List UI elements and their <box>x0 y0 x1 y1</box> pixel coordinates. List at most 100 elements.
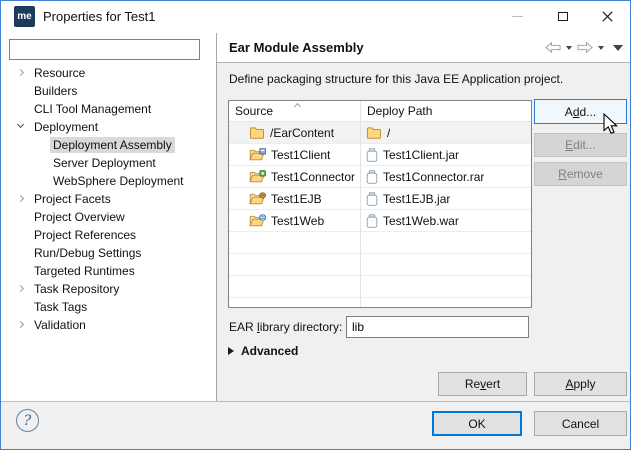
chevron-right-icon[interactable] <box>17 285 24 292</box>
minimize-button <box>495 1 540 32</box>
view-menu-icon[interactable] <box>613 45 623 51</box>
cell-text: Test1Connector.rar <box>383 170 484 184</box>
history-nav <box>545 33 623 62</box>
sidebar-item-label: Validation <box>31 317 89 333</box>
properties-dialog: me Properties for Test1 ResourceBuilders… <box>0 0 631 450</box>
folder-closed-icon <box>249 126 265 139</box>
back-dropdown-icon[interactable] <box>566 46 572 50</box>
table-cell: Test1EJB.jar <box>360 192 450 206</box>
sidebar-item-label: CLI Tool Management <box>31 101 154 117</box>
add-button[interactable]: Add... <box>534 99 627 124</box>
ear-library-label: EAR library directory: <box>229 320 342 334</box>
sidebar-item-resource[interactable]: Resource <box>1 64 216 82</box>
table-row-empty[interactable] <box>229 232 531 254</box>
advanced-label: Advanced <box>241 344 298 358</box>
app-icon: me <box>14 6 35 27</box>
sidebar-item-label: Task Repository <box>31 281 122 297</box>
back-arrow-icon[interactable] <box>545 42 561 53</box>
sidebar-item-project-overview[interactable]: Project Overview <box>1 208 216 226</box>
folder-client-icon <box>249 148 266 161</box>
table-row-test1client[interactable]: Test1Client Test1Client.jar <box>229 144 531 166</box>
table-cell: /EarContent <box>229 126 360 140</box>
folder-closed-icon <box>366 126 382 139</box>
folder-ejb-icon <box>249 192 266 205</box>
cell-text: / <box>387 126 390 140</box>
sidebar-item-validation[interactable]: Validation <box>1 316 216 334</box>
sidebar-item-cli-tool-management[interactable]: CLI Tool Management <box>1 100 216 118</box>
table-cell: Test1Client <box>229 148 360 162</box>
sidebar-item-label: Task Tags <box>31 299 90 315</box>
sidebar-item-label: Project References <box>31 227 139 243</box>
table-cell: Test1Client.jar <box>360 148 459 162</box>
page-title: Ear Module Assembly <box>229 33 364 62</box>
chevron-right-icon[interactable] <box>17 195 24 202</box>
edit-button[interactable]: Edit... <box>534 133 627 157</box>
help-button[interactable]: ? <box>16 409 39 432</box>
apply-button[interactable]: Apply <box>534 372 627 396</box>
properties-tree: ResourceBuildersCLI Tool Management Deplo… <box>1 64 216 334</box>
page-header: Ear Module Assembly <box>217 33 631 63</box>
forward-arrow-icon[interactable] <box>577 42 593 53</box>
cancel-button[interactable]: Cancel <box>534 411 627 436</box>
ok-button[interactable]: OK <box>432 411 522 436</box>
assembly-table[interactable]: Source Deploy Path /EarContent / Test1Clie… <box>228 100 532 308</box>
sidebar-item-task-tags[interactable]: Task Tags <box>1 298 216 316</box>
sidebar-item-builders[interactable]: Builders <box>1 82 216 100</box>
sidebar-item-label: Resource <box>31 65 88 81</box>
sidebar-item-deployment-assembly[interactable]: Deployment Assembly <box>1 136 216 154</box>
chevron-down-icon[interactable] <box>17 121 24 128</box>
table-cell: Test1Connector <box>229 170 360 184</box>
sidebar-item-label: Project Facets <box>31 191 114 207</box>
cell-text: Test1EJB <box>271 192 322 206</box>
maximize-button[interactable] <box>540 1 585 32</box>
filter-input[interactable] <box>9 39 200 60</box>
jar-icon <box>366 148 378 162</box>
sidebar-item-deployment[interactable]: Deployment <box>1 118 216 136</box>
ear-library-input[interactable] <box>346 316 529 338</box>
chevron-right-icon[interactable] <box>17 321 24 328</box>
table-row-empty[interactable] <box>229 276 531 298</box>
question-mark-icon: ? <box>24 413 32 429</box>
sidebar: ResourceBuildersCLI Tool Management Deplo… <box>1 33 216 401</box>
sidebar-item-server-deployment[interactable]: Server Deployment <box>1 154 216 172</box>
sidebar-item-targeted-runtimes[interactable]: Targeted Runtimes <box>1 262 216 280</box>
table-row-test1connector[interactable]: Test1Connector Test1Connector.rar <box>229 166 531 188</box>
table-row-earcontent[interactable]: /EarContent / <box>229 122 531 144</box>
chevron-right-icon[interactable] <box>17 69 24 76</box>
cell-text: Test1Web <box>271 214 324 228</box>
sidebar-item-project-facets[interactable]: Project Facets <box>1 190 216 208</box>
sidebar-item-run-debug-settings[interactable]: Run/Debug Settings <box>1 244 216 262</box>
window-title: Properties for Test1 <box>43 1 155 33</box>
table-row-empty[interactable] <box>229 254 531 276</box>
cell-text: Test1Client.jar <box>383 148 459 162</box>
sidebar-item-project-references[interactable]: Project References <box>1 226 216 244</box>
column-header-deploy-path[interactable]: Deploy Path <box>360 104 432 118</box>
titlebar: me Properties for Test1 <box>1 1 630 33</box>
sidebar-item-label: Targeted Runtimes <box>31 263 138 279</box>
table-header[interactable]: Source Deploy Path <box>229 101 531 122</box>
page-description: Define packaging structure for this Java… <box>229 72 563 86</box>
cell-text: Test1EJB.jar <box>383 192 450 206</box>
sidebar-item-task-repository[interactable]: Task Repository <box>1 280 216 298</box>
main-panel: Ear Module Assembly Define packaging str… <box>217 33 631 401</box>
table-row-test1ejb[interactable]: Test1EJB Test1EJB.jar <box>229 188 531 210</box>
table-cell: Test1Connector.rar <box>360 170 484 184</box>
sidebar-item-websphere-deployment[interactable]: WebSphere Deployment <box>1 172 216 190</box>
table-cell: / <box>360 126 390 140</box>
table-cell: Test1Web <box>229 214 360 228</box>
revert-button[interactable]: Revert <box>438 372 527 396</box>
cell-text: /EarContent <box>270 126 334 140</box>
sidebar-item-label: Run/Debug Settings <box>31 245 144 261</box>
table-row-empty[interactable] <box>229 298 531 308</box>
close-button[interactable] <box>585 1 630 32</box>
advanced-toggle[interactable]: Advanced <box>228 343 298 359</box>
cell-text: Test1Web.war <box>383 214 459 228</box>
folder-connector-icon <box>249 170 266 183</box>
maximize-icon <box>558 12 568 21</box>
cell-text: Test1Connector <box>271 170 355 184</box>
remove-button[interactable]: Remove <box>534 162 627 186</box>
forward-dropdown-icon[interactable] <box>598 46 604 50</box>
minimize-icon <box>512 16 523 17</box>
sidebar-item-label: Deployment <box>31 119 101 135</box>
table-row-test1web[interactable]: Test1Web Test1Web.war <box>229 210 531 232</box>
